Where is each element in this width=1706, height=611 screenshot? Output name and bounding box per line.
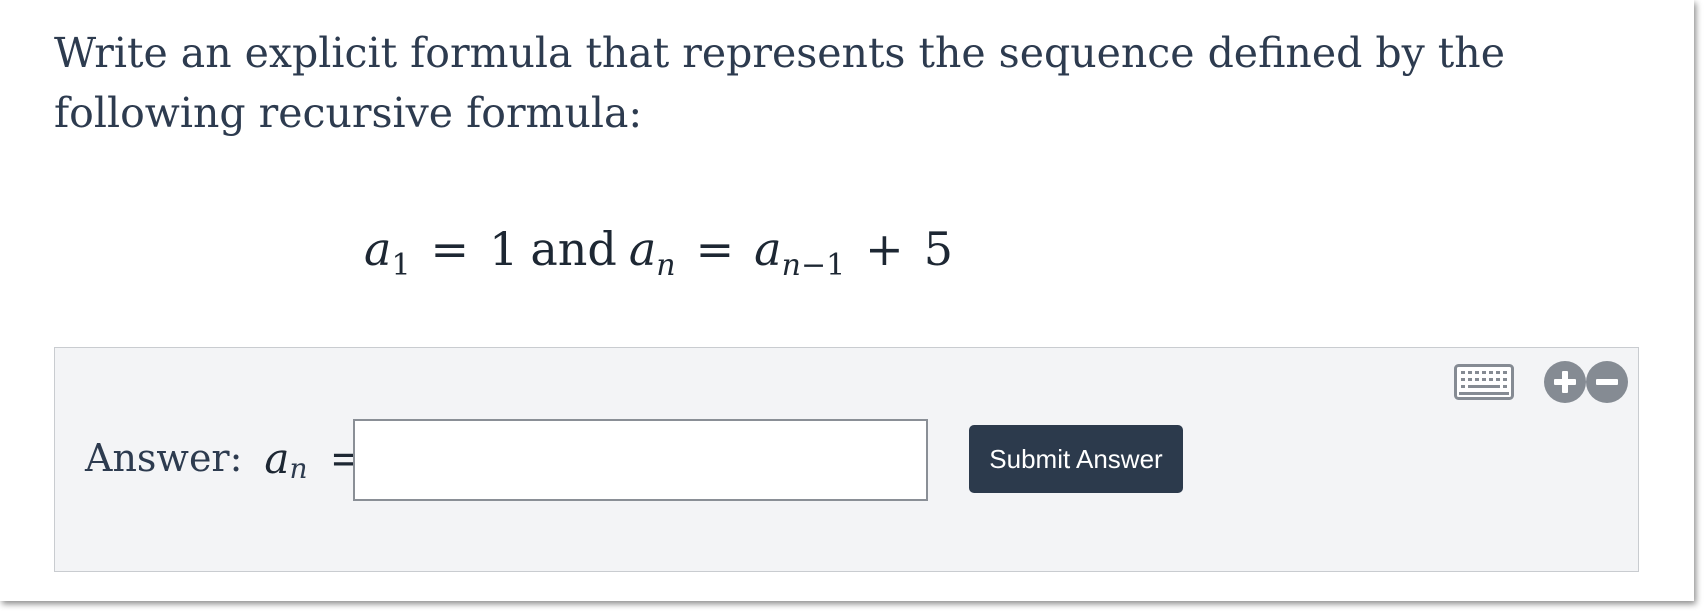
- keyboard-icon[interactable]: [1454, 364, 1514, 400]
- zoom-in-button[interactable]: [1544, 361, 1586, 403]
- submit-answer-button[interactable]: Submit Answer: [969, 425, 1183, 493]
- answer-var: a: [264, 433, 290, 483]
- answer-panel: Answer: a n = Submit Answer: [54, 347, 1639, 572]
- formula-rhs-sub-rest: −1: [800, 248, 846, 283]
- formula-rhs-sub-var: n: [781, 248, 801, 283]
- answer-input[interactable]: [353, 419, 928, 501]
- formula-a1-sub: 1: [391, 248, 411, 283]
- formula-rhs-var: a: [754, 222, 782, 276]
- formula-rhs-const: 5: [923, 222, 953, 276]
- formula-an-sub: n: [656, 248, 676, 283]
- formula-equals-1: =: [430, 222, 470, 276]
- question-text: Write an explicit formula that represent…: [54, 29, 1505, 137]
- minus-circle-icon: [1596, 379, 1618, 385]
- formula-a1-value: 1: [489, 222, 519, 276]
- answer-sub: n: [289, 451, 308, 485]
- formula-plus: +: [865, 222, 904, 276]
- zoom-out-button[interactable]: [1586, 361, 1628, 403]
- plus-icon-vertical: [1562, 371, 1568, 393]
- answer-label-group: Answer: a n =: [85, 428, 365, 488]
- formula-a1-var: a: [364, 222, 392, 276]
- answer-label: Answer:: [85, 436, 243, 480]
- answer-tools: [1454, 360, 1628, 404]
- formula-and: and: [530, 222, 617, 276]
- formula-an-var: a: [628, 222, 657, 276]
- recursive-formula: a 1 = 1 and a n = a n−1 + 5: [364, 222, 953, 283]
- question-card: Write an explicit formula that represent…: [0, 0, 1694, 601]
- formula-equals-2: =: [695, 222, 735, 276]
